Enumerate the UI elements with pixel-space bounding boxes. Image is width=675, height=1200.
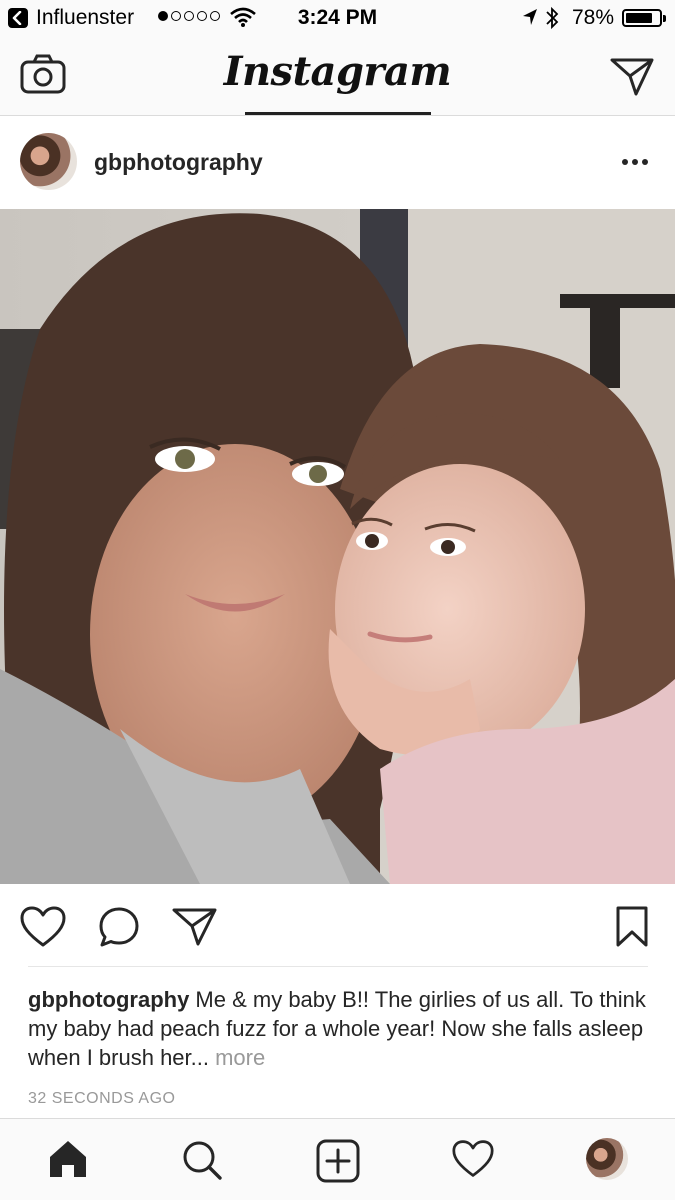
post-username[interactable]: gbphotography (94, 149, 263, 176)
post-timestamp: 32 SECONDS AGO (28, 1090, 176, 1107)
app-logo: Instagram (223, 48, 452, 95)
caption-divider (28, 966, 648, 967)
top-nav-bar: Instagram (0, 38, 675, 116)
post-header: gbphotography (0, 117, 675, 209)
search-icon[interactable] (181, 1139, 223, 1186)
battery-icon (622, 9, 666, 27)
activity-heart-icon[interactable] (452, 1139, 494, 1184)
more-options-icon[interactable] (622, 159, 648, 165)
bluetooth-icon (545, 6, 559, 36)
share-send-icon[interactable] (172, 906, 218, 953)
caption-username[interactable]: gbphotography (28, 987, 189, 1012)
battery-percent: 78% (572, 6, 615, 29)
location-arrow-icon (522, 8, 538, 32)
add-post-icon[interactable] (316, 1139, 360, 1188)
home-icon[interactable] (47, 1139, 89, 1184)
user-avatar[interactable] (20, 133, 77, 190)
status-bar: Influenster 3:24 PM 78% (0, 0, 675, 38)
post-action-bar (0, 884, 675, 966)
caption-more-link[interactable]: more (215, 1045, 265, 1070)
direct-message-icon[interactable] (610, 56, 654, 103)
comment-bubble-icon[interactable] (98, 906, 140, 953)
like-heart-icon[interactable] (20, 906, 66, 953)
logo-underline (245, 112, 431, 115)
post-photo[interactable] (0, 209, 675, 884)
profile-avatar[interactable] (586, 1138, 628, 1180)
post-caption: gbphotography Me & my baby B!! The girli… (28, 985, 653, 1072)
bookmark-save-icon[interactable] (616, 906, 648, 953)
bottom-tab-bar (0, 1118, 675, 1200)
